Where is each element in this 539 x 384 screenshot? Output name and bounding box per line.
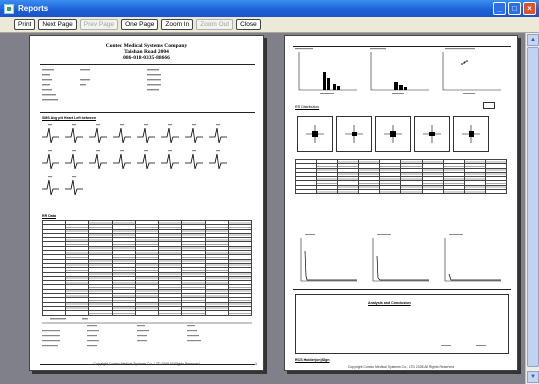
beat-wave (65, 153, 83, 170)
beat-wave (209, 153, 227, 170)
company-phone: 086-018-0335-88666 (123, 55, 170, 61)
beat-wave (89, 153, 107, 170)
rr-summary-table (294, 158, 508, 195)
beat-wave (137, 127, 155, 144)
beat-wave (42, 153, 59, 170)
beat-wave (161, 153, 179, 170)
beat-wave (137, 153, 155, 170)
zoom-out-button[interactable]: Zoom Out (196, 19, 234, 30)
print-button[interactable]: Print (14, 19, 36, 30)
waves-section-title: SMS Avg ptt Heart Left between (42, 116, 97, 120)
scroll-down-icon[interactable]: ▼ (527, 371, 539, 383)
report-toolbar: Print Next Page Prev Page One Page Zoom … (0, 17, 539, 33)
vertical-scrollbar[interactable]: ▲ ▼ (525, 33, 539, 384)
beat-wave (65, 127, 83, 144)
app-icon (4, 3, 14, 14)
scroll-thumb[interactable] (527, 47, 539, 367)
beat-wave (185, 127, 203, 144)
analysis-box: Analysis and Conclusion (295, 294, 509, 354)
one-page-button[interactable]: One Page (121, 19, 159, 30)
summary-block (42, 316, 252, 356)
signature-title: RCS Holder(on)Sign (295, 358, 330, 362)
beat-wave (42, 179, 59, 196)
beat-wave (209, 127, 227, 144)
window-title: Reports (18, 4, 49, 13)
zoom-in-button[interactable]: Zoom In (161, 19, 194, 30)
beat-wave (42, 127, 59, 144)
beat-wave (185, 153, 203, 170)
legend-box (483, 102, 495, 109)
close-button[interactable]: Close (236, 19, 261, 30)
scatter-box-2 (336, 116, 372, 152)
data-section-title: RR Data (42, 214, 56, 218)
beat-wave (65, 179, 83, 196)
window-titlebar: Reports _ □ × (0, 0, 539, 17)
report-preview-area: Contec Medical Systems Company Taishan R… (0, 33, 539, 384)
page-footer: Copyright Contec Medical Systems Co., LT… (93, 362, 200, 366)
next-page-button[interactable]: Next Page (38, 19, 77, 30)
trend-charts (295, 226, 510, 286)
minimize-button[interactable]: _ (493, 2, 506, 15)
prev-page-button[interactable]: Prev Page (79, 19, 119, 30)
beat-wave (89, 127, 107, 144)
report-page-1: Contec Medical Systems Company Taishan R… (29, 35, 264, 371)
scatter-box-5 (453, 116, 489, 152)
beat-wave (113, 153, 131, 170)
maximize-button[interactable]: □ (508, 2, 521, 15)
patient-info (42, 68, 252, 108)
beat-wave (113, 127, 131, 144)
close-window-button[interactable]: × (523, 2, 536, 15)
beat-wave (161, 127, 179, 144)
scatter-box-3 (375, 116, 411, 152)
scatter-box-4 (414, 116, 450, 152)
scroll-up-icon[interactable]: ▲ (527, 34, 539, 46)
scatter-box-1 (297, 116, 333, 152)
beat-waveforms (42, 123, 257, 213)
header-info (295, 39, 510, 50)
report-page-2: RR Distribution Analysis and Conclusion … (284, 35, 518, 371)
top-charts (295, 50, 510, 100)
page-footer-2: Copyright Contec Medical Systems Co., LT… (347, 365, 455, 369)
distribution-section-title: RR Distribution (295, 105, 320, 109)
rr-data-table (41, 219, 253, 316)
